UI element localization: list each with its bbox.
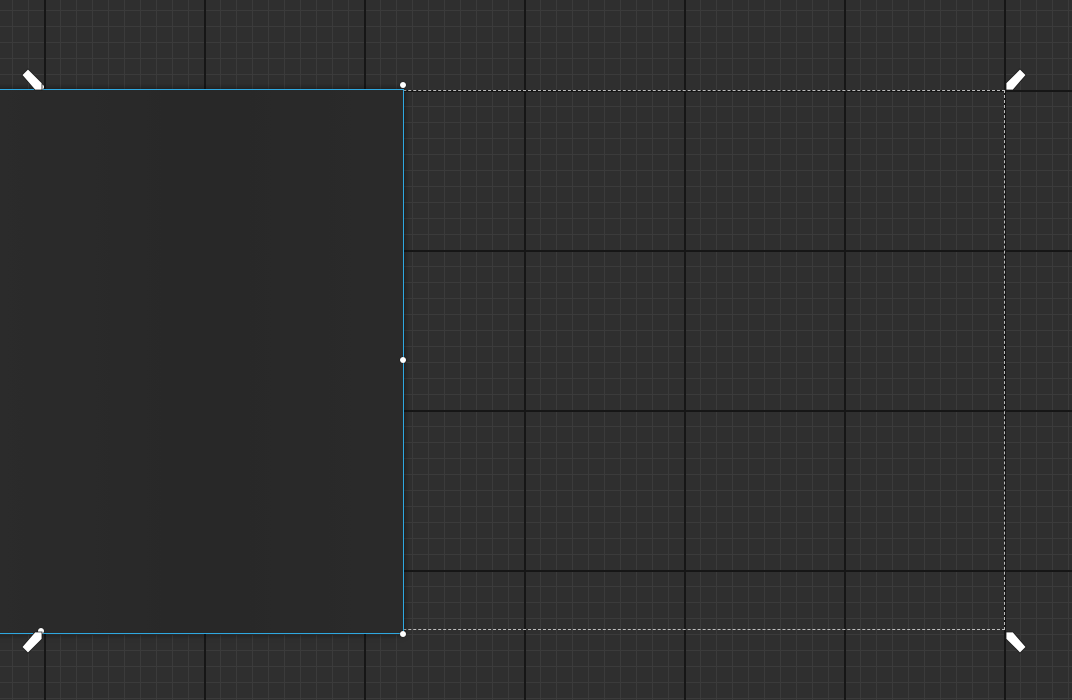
selected-widget-panel[interactable] — [0, 89, 404, 634]
anchor-top-left-icon[interactable] — [18, 64, 48, 94]
resize-handle-top-right[interactable] — [400, 82, 406, 88]
resize-handle-bottom-right[interactable] — [400, 631, 406, 637]
resize-handle-right[interactable] — [400, 357, 406, 363]
designer-canvas[interactable] — [0, 0, 1072, 700]
anchor-bottom-left-icon[interactable] — [18, 628, 48, 658]
anchor-top-right-icon[interactable] — [1000, 64, 1030, 94]
anchor-bottom-right-icon[interactable] — [1000, 628, 1030, 658]
